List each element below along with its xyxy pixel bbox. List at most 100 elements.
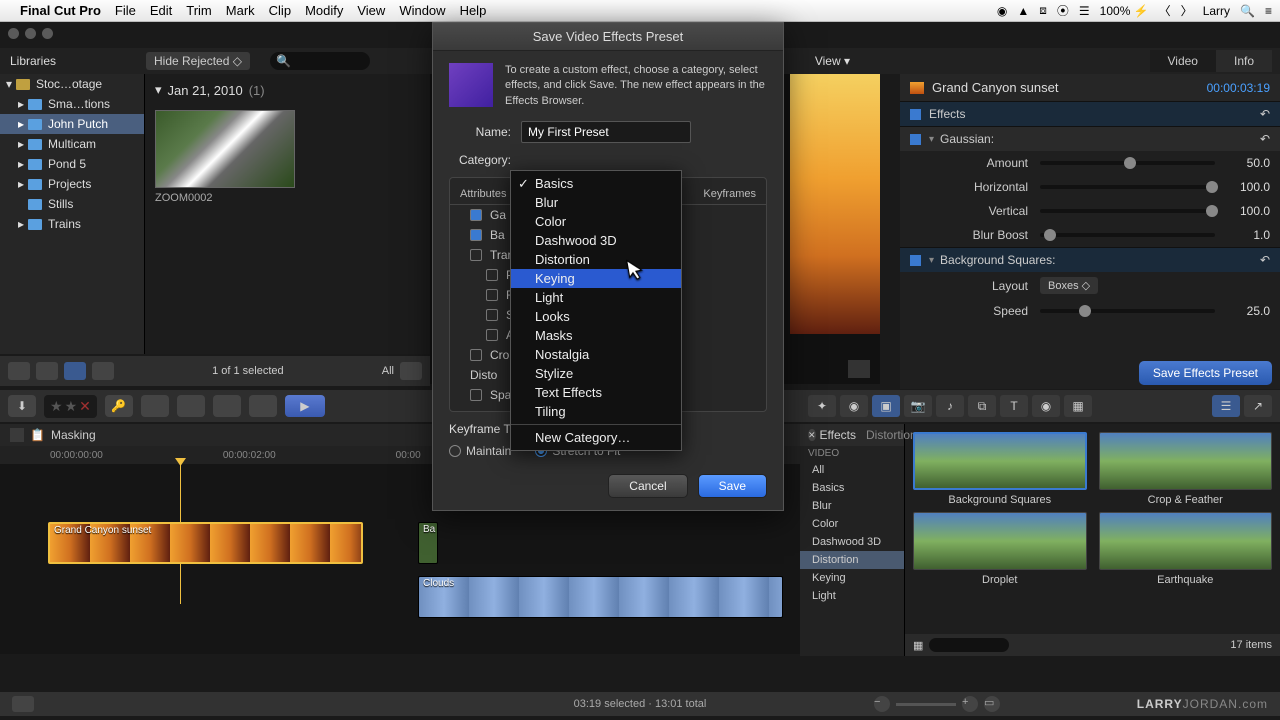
menu-file[interactable]: File — [115, 3, 136, 18]
fx-cat[interactable]: Keying — [800, 569, 904, 587]
hide-rejected-dropdown[interactable]: Hide Rejected ◇ — [146, 52, 250, 70]
dd-keying[interactable]: Keying — [511, 269, 681, 288]
menubar-user[interactable]: Larry — [1203, 4, 1230, 18]
browser-toggle-icon[interactable] — [8, 362, 30, 380]
select-tool[interactable]: ▶ — [285, 395, 325, 417]
fx-cat[interactable]: Dashwood 3D — [800, 533, 904, 551]
param-amount[interactable]: Amount50.0 — [900, 151, 1280, 175]
timeline-clip-sunset[interactable]: Grand Canyon sunset — [48, 522, 363, 564]
save-button[interactable]: Save — [698, 474, 767, 498]
menubar-finder-icon[interactable]: ☰ — [1079, 4, 1090, 18]
menu-view[interactable]: View — [357, 3, 385, 18]
connect-icon[interactable] — [141, 395, 169, 417]
clip-thumbnail[interactable] — [155, 110, 295, 188]
fx-cat-selected[interactable]: Distortion — [800, 551, 904, 569]
effect-item[interactable]: Earthquake — [1099, 512, 1273, 586]
themes-browser-icon[interactable]: ▦ — [1064, 395, 1092, 417]
param-blurboost[interactable]: Blur Boost1.0 — [900, 223, 1280, 247]
retime-icon[interactable]: ◉ — [840, 395, 868, 417]
dd-nostalgia[interactable]: Nostalgia — [511, 345, 681, 364]
fx-cat[interactable]: Basics — [800, 479, 904, 497]
dd-distortion[interactable]: Distortion — [511, 250, 681, 269]
dd-color[interactable]: Color — [511, 212, 681, 231]
menu-edit[interactable]: Edit — [150, 3, 172, 18]
dd-blur[interactable]: Blur — [511, 193, 681, 212]
dd-texteffects[interactable]: Text Effects — [511, 383, 681, 402]
menubar-back-icon[interactable]: 〈 — [1159, 2, 1171, 19]
menu-clip[interactable]: Clip — [269, 3, 291, 18]
dd-stylize[interactable]: Stylize — [511, 364, 681, 383]
dd-tiling[interactable]: Tiling — [511, 402, 681, 421]
transitions-browser-icon[interactable]: ⧉ — [968, 395, 996, 417]
keyword-icon[interactable]: 🔑 — [105, 395, 133, 417]
menubar-fwd-icon[interactable]: 〉 — [1181, 2, 1193, 19]
fx-cat[interactable]: Color — [800, 515, 904, 533]
param-layout[interactable]: LayoutBoxes ◇ — [900, 272, 1280, 299]
cancel-button[interactable]: Cancel — [608, 474, 687, 498]
library-item-selected[interactable]: ▸John Putch — [0, 114, 144, 134]
event-header[interactable]: ▾Jan 21, 2010 (1) — [145, 74, 430, 106]
browser-search-input[interactable]: 🔍 — [270, 52, 370, 70]
effects-grid-icon[interactable]: ▦ — [913, 639, 923, 652]
inspector-gaussian-section[interactable]: ▾Gaussian:↶ — [900, 126, 1280, 151]
menu-mark[interactable]: Mark — [226, 3, 255, 18]
import-icon[interactable]: ⬇ — [8, 395, 36, 417]
browser-filmstrip-icon[interactable] — [64, 362, 86, 380]
window-traffic-lights[interactable] — [8, 28, 53, 39]
effect-item[interactable]: Droplet — [913, 512, 1087, 586]
menu-window[interactable]: Window — [399, 3, 445, 18]
viewer-fullscreen-icon[interactable] — [848, 360, 870, 378]
library-root[interactable]: ▾Stoc…otage — [0, 74, 144, 94]
radio-maintain[interactable]: Maintain — [449, 444, 511, 458]
menu-trim[interactable]: Trim — [186, 3, 212, 18]
timeline-index-icon[interactable] — [10, 428, 24, 442]
inspector-effects-section[interactable]: Effects↶ — [900, 101, 1280, 126]
library-item[interactable]: Stills — [0, 194, 144, 214]
dd-basics[interactable]: Basics — [511, 174, 681, 193]
browser-gear-icon[interactable] — [36, 362, 58, 380]
menubar-spotlight-icon[interactable]: 🔍 — [1240, 4, 1255, 18]
menubar-wifi-icon[interactable]: ⦿ — [1057, 2, 1069, 19]
param-vertical[interactable]: Vertical100.0 — [900, 199, 1280, 223]
app-name[interactable]: Final Cut Pro — [20, 3, 101, 18]
library-item[interactable]: ▸Projects — [0, 174, 144, 194]
browser-list-icon[interactable] — [92, 362, 114, 380]
timeline-index-icon[interactable]: ☰ — [1212, 395, 1240, 417]
viewer-view-dropdown[interactable]: View ▾ — [805, 54, 860, 68]
menubar-ai-icon[interactable]: ▲ — [1017, 4, 1029, 18]
timeline-history-icon[interactable] — [12, 696, 34, 712]
music-browser-icon[interactable]: ♪ — [936, 395, 964, 417]
inspector-tab-info[interactable]: Info — [1216, 50, 1272, 72]
menubar-notifications-icon[interactable]: ≡ — [1265, 4, 1272, 18]
library-item[interactable]: ▸Sma…tions — [0, 94, 144, 114]
param-horizontal[interactable]: Horizontal100.0 — [900, 175, 1280, 199]
menu-help[interactable]: Help — [460, 3, 487, 18]
dd-new-category[interactable]: New Category… — [511, 428, 681, 447]
timeline-zoom[interactable]: −+▭ — [874, 696, 1000, 712]
browser-clip-appearance-icon[interactable] — [400, 362, 422, 380]
effect-item[interactable]: Background Squares — [913, 432, 1087, 506]
insert-icon[interactable] — [177, 395, 205, 417]
dd-light[interactable]: Light — [511, 288, 681, 307]
timeline-clip[interactable]: Ba — [418, 522, 438, 564]
fx-cat[interactable]: All — [800, 461, 904, 479]
titles-browser-icon[interactable]: T — [1000, 395, 1028, 417]
save-effects-preset-button[interactable]: Save Effects Preset — [1139, 361, 1272, 385]
rating-buttons[interactable]: ★★✕ — [44, 395, 97, 418]
dd-masks[interactable]: Masks — [511, 326, 681, 345]
inspector-bgsq-section[interactable]: ▾Background Squares:↶ — [900, 247, 1280, 272]
timeline-clip-clouds[interactable]: Clouds — [418, 576, 783, 618]
photos-browser-icon[interactable]: 📷 — [904, 395, 932, 417]
overwrite-icon[interactable] — [249, 395, 277, 417]
menubar-dropbox-icon[interactable]: ⧈ — [1039, 3, 1047, 18]
dd-looks[interactable]: Looks — [511, 307, 681, 326]
inspector-tab-video[interactable]: Video — [1150, 50, 1216, 72]
effects-search-input[interactable] — [929, 638, 1009, 652]
effects-close-icon[interactable]: ✕ — [808, 429, 816, 441]
library-item[interactable]: ▸Trains — [0, 214, 144, 234]
fx-cat[interactable]: Light — [800, 587, 904, 605]
fx-cat[interactable]: Blur — [800, 497, 904, 515]
effects-browser-icon[interactable]: ▣ — [872, 395, 900, 417]
effect-item[interactable]: Crop & Feather — [1099, 432, 1273, 506]
library-item[interactable]: ▸Multicam — [0, 134, 144, 154]
